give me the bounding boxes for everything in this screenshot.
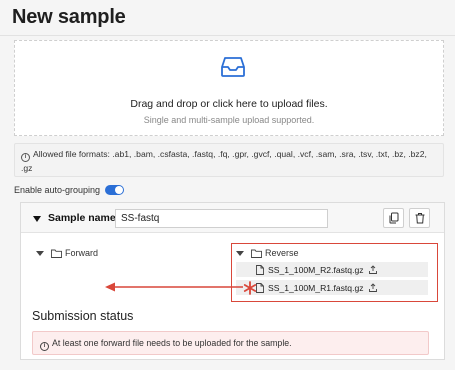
status-alert: i At least one forward file needs to be u… — [32, 331, 429, 355]
upload-hint: Single and multi-sample upload supported… — [143, 115, 315, 125]
sample-name-label: Sample name: — [48, 212, 120, 224]
auto-grouping-label: Enable auto-grouping — [14, 185, 101, 195]
toggle-knob — [115, 186, 124, 194]
status-alert-text: At least one forward file needs to be up… — [52, 338, 292, 348]
forward-caret-icon — [36, 249, 44, 257]
upload-dropzone[interactable]: Drag and drop or click here to upload fi… — [14, 40, 444, 136]
allowed-formats-notice: i Allowed file formats: .ab1, .bam, .csfa… — [14, 143, 444, 177]
sample-header: Sample name: — [21, 203, 444, 233]
sample-name-input[interactable] — [115, 209, 328, 228]
info-icon: i — [40, 342, 49, 351]
auto-grouping-toggle[interactable] — [105, 185, 125, 195]
upload-instruction: Drag and drop or click here to upload fi… — [130, 98, 328, 110]
new-sample-page: New sample Drag and drop or click here t… — [0, 0, 455, 370]
title-divider — [0, 35, 455, 36]
copy-icon — [389, 212, 399, 224]
folder-icon — [51, 249, 62, 258]
submission-status-title: Submission status — [32, 309, 134, 323]
reverse-highlight-box — [231, 243, 438, 302]
info-icon: i — [21, 153, 30, 162]
forward-label: Forward — [65, 248, 99, 258]
asterisk-marker-icon — [243, 281, 257, 295]
forward-folder[interactable]: Forward — [36, 248, 98, 258]
copy-sample-button[interactable] — [383, 208, 404, 228]
page-title: New sample — [12, 6, 126, 28]
auto-grouping-row: Enable auto-grouping — [14, 185, 125, 195]
allowed-formats-text: Allowed file formats: .ab1, .bam, .csfas… — [21, 149, 427, 173]
trash-icon — [415, 213, 425, 224]
inbox-icon — [221, 57, 245, 77]
delete-sample-button[interactable] — [409, 208, 430, 228]
collapse-caret-icon[interactable] — [33, 216, 41, 222]
arrow-left-icon — [105, 282, 243, 292]
